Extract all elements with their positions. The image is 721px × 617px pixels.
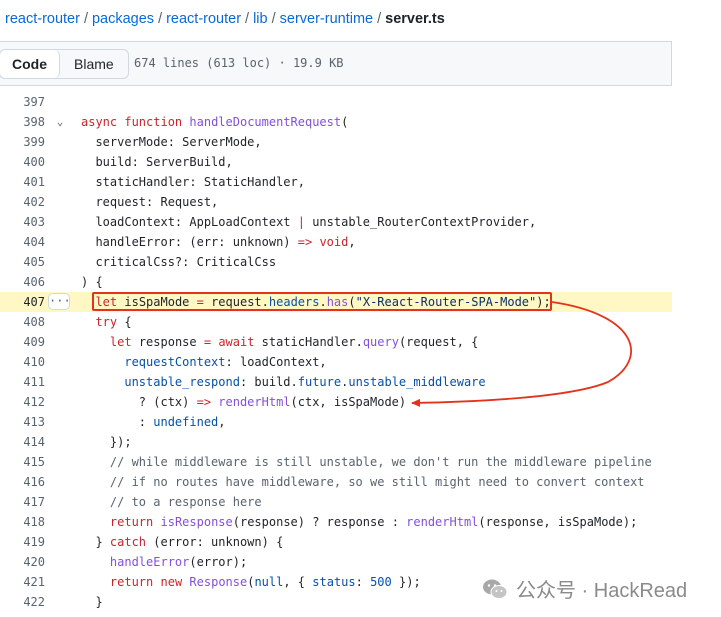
- kebab-horizontal-icon[interactable]: ···: [48, 293, 71, 310]
- code-line-401: 401 staticHandler: StaticHandler,: [0, 172, 672, 192]
- code-line-409: 409 let response = await staticHandler.q…: [0, 332, 672, 352]
- code-text: unstable_respond: build.future.unstable_…: [124, 375, 486, 389]
- line-number[interactable]: 404: [0, 232, 45, 252]
- code-line-400: 400 build: ServerBuild,: [0, 152, 672, 172]
- code-line-416: 416 // if no routes have middleware, so …: [0, 472, 672, 492]
- code-line-410: 410 requestContext: loadContext,: [0, 352, 672, 372]
- code-line-404: 404 handleError: (err: unknown) => void,: [0, 232, 672, 252]
- breadcrumb-separator: /: [245, 11, 250, 27]
- code-line-398: 398 ⌄ async function handleDocumentRequest…: [0, 112, 672, 132]
- code-text: handleError: (err: unknown) => void,: [81, 235, 356, 249]
- code-line-413: 413 : undefined,: [0, 412, 672, 432]
- line-number[interactable]: 397: [0, 92, 45, 112]
- line-number[interactable]: 408: [0, 312, 45, 332]
- code-text: loadContext: AppLoadContext | unstable_R…: [81, 215, 537, 229]
- code-text: ) {: [81, 275, 103, 289]
- code-line-399: 399 serverMode: ServerMode,: [0, 132, 672, 152]
- breadcrumb-link-repo[interactable]: react-router: [5, 11, 80, 27]
- breadcrumb-link-lib[interactable]: lib: [253, 11, 268, 27]
- breadcrumb-separator: /: [377, 11, 382, 27]
- line-number[interactable]: 403: [0, 212, 45, 232]
- code-text: return new Response(null, { status: 500 …: [109, 575, 421, 589]
- code-line-406: 406 ) {: [0, 272, 672, 292]
- code-text: let isSpaMode = request.headers.has("X-R…: [95, 295, 551, 309]
- code-line-419: 419 } catch (error: unknown) {: [0, 532, 672, 552]
- line-number[interactable]: 420: [0, 552, 45, 572]
- breadcrumb-separator: /: [271, 11, 276, 27]
- code-text: // while middleware is still unstable, w…: [109, 455, 652, 469]
- code-text: }: [81, 595, 103, 609]
- line-number[interactable]: 402: [0, 192, 45, 212]
- line-number[interactable]: 407: [0, 292, 45, 312]
- line-number[interactable]: 413: [0, 412, 45, 432]
- breadcrumb-separator: /: [83, 11, 88, 27]
- code-text: } catch (error: unknown) {: [81, 535, 284, 549]
- code-line-402: 402 request: Request,: [0, 192, 672, 212]
- watermark-text: 公众号 · HackRead: [516, 580, 688, 602]
- code-text: ? (ctx) => renderHtml(ctx, isSpaMode): [81, 395, 407, 409]
- code-view: 397 398 ⌄ async function handleDocumentRequ…: [0, 86, 672, 612]
- code-line-417: 417 // to a response here: [0, 492, 672, 512]
- file-info: 674 lines (613 loc) · 19.9 KB: [134, 56, 344, 70]
- line-number[interactable]: 421: [0, 572, 45, 592]
- breadcrumb-link-server-runtime[interactable]: server-runtime: [280, 11, 373, 27]
- code-text: let response = await staticHandler.query…: [109, 335, 479, 349]
- chevron-down-icon[interactable]: ⌄: [53, 112, 67, 132]
- code-line-415: 415 // while middleware is still unstabl…: [0, 452, 672, 472]
- line-number[interactable]: 415: [0, 452, 45, 472]
- code-text: // to a response here: [109, 495, 262, 509]
- code-text: criticalCss?: CriticalCss: [81, 255, 277, 269]
- watermark: 公众号 · HackRead: [482, 574, 687, 603]
- line-number[interactable]: 399: [0, 132, 45, 152]
- line-number[interactable]: 400: [0, 152, 45, 172]
- code-text: staticHandler: StaticHandler,: [81, 175, 305, 189]
- code-text: // if no routes have middleware, so we s…: [109, 475, 645, 489]
- code-view-button[interactable]: Code: [0, 50, 60, 78]
- code-line-411: 411 unstable_respond: build.future.unsta…: [0, 372, 672, 392]
- code-line-407: 407 ··· let isSpaMode = request.headers.h…: [0, 292, 672, 312]
- breadcrumb-current-file: server.ts: [385, 11, 445, 27]
- code-text: requestContext: loadContext,: [124, 355, 327, 369]
- line-number[interactable]: 414: [0, 432, 45, 452]
- code-line-405: 405 criticalCss?: CriticalCss: [0, 252, 672, 272]
- line-number[interactable]: 412: [0, 392, 45, 412]
- file-toolbar: Code Blame 674 lines (613 loc) · 19.9 KB: [0, 41, 672, 86]
- line-number[interactable]: 401: [0, 172, 45, 192]
- line-number[interactable]: 410: [0, 352, 45, 372]
- code-line-397: 397: [0, 92, 672, 112]
- code-text: });: [81, 435, 132, 449]
- code-text: return isResponse(response) ? response :…: [109, 515, 638, 529]
- code-line-403: 403 loadContext: AppLoadContext | unstab…: [0, 212, 672, 232]
- breadcrumb-link-packages[interactable]: packages: [92, 11, 154, 27]
- line-number[interactable]: 406: [0, 272, 45, 292]
- code-line-412: 412 ? (ctx) => renderHtml(ctx, isSpaMode…: [0, 392, 672, 412]
- line-number[interactable]: 418: [0, 512, 45, 532]
- line-number[interactable]: 409: [0, 332, 45, 352]
- breadcrumb-separator: /: [158, 11, 163, 27]
- code-text: serverMode: ServerMode,: [81, 135, 262, 149]
- code-line-420: 420 handleError(error);: [0, 552, 672, 572]
- code-text: : undefined,: [81, 415, 226, 429]
- line-number[interactable]: 422: [0, 592, 45, 612]
- line-number[interactable]: 417: [0, 492, 45, 512]
- code-line-414: 414 });: [0, 432, 672, 452]
- code-text: async function handleDocumentRequest(: [81, 115, 349, 129]
- line-number[interactable]: 405: [0, 252, 45, 272]
- code-line-418: 418 return isResponse(response) ? respon…: [0, 512, 672, 532]
- line-number[interactable]: 419: [0, 532, 45, 552]
- code-text: handleError(error);: [109, 555, 248, 569]
- code-text: request: Request,: [81, 195, 219, 209]
- breadcrumb-link-react-router[interactable]: react-router: [166, 11, 241, 27]
- line-number[interactable]: 411: [0, 372, 45, 392]
- view-toggle: Code Blame: [0, 49, 129, 79]
- breadcrumb: react-router / packages / react-router / lib / s…: [5, 9, 445, 29]
- wechat-icon: [483, 579, 508, 599]
- code-text: build: ServerBuild,: [81, 155, 233, 169]
- blame-view-button[interactable]: Blame: [60, 50, 128, 78]
- code-line-408: 408 try {: [0, 312, 672, 332]
- code-text: try {: [95, 315, 132, 329]
- line-number[interactable]: 416: [0, 472, 45, 492]
- line-number[interactable]: 398: [0, 112, 45, 132]
